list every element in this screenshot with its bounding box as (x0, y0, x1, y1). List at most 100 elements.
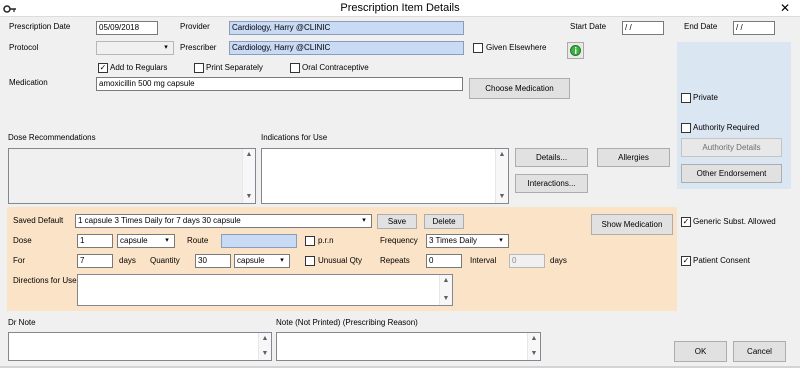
unusual-qty-label: Unusual Qty (318, 256, 363, 265)
scroll-down-icon: ▼ (261, 350, 269, 357)
dose-recommendations-label: Dose Recommendations (8, 133, 96, 142)
generic-subst-checkbox[interactable]: ✓ (681, 217, 691, 227)
saved-default-value: 1 capsule 3 Times Daily for 7 days 30 ca… (78, 216, 241, 225)
route-label: Route (187, 236, 209, 245)
for-label: For (13, 256, 25, 265)
directions-label: Directions for Use (13, 276, 77, 285)
details-button[interactable]: Details... (515, 148, 588, 167)
protocol-dropdown[interactable]: ▾ (96, 41, 174, 55)
interactions-button[interactable]: Interactions... (515, 174, 588, 193)
unusual-qty-checkbox[interactable] (305, 256, 315, 266)
scrollbar[interactable]: ▲ ▼ (439, 275, 452, 305)
scroll-down-icon: ▼ (442, 295, 450, 302)
print-separately-label: Print Separately (206, 63, 263, 72)
start-date-input[interactable]: / / (622, 21, 664, 35)
add-to-regulars-checkbox[interactable]: ✓ (98, 63, 108, 73)
dose-label: Dose (13, 236, 32, 245)
provider-field[interactable]: Cardiology, Harry @CLINIC (229, 21, 464, 35)
oral-contraceptive-checkbox[interactable] (290, 63, 300, 73)
scroll-up-icon: ▲ (498, 151, 506, 158)
prescription-date-input[interactable]: 05/09/2018 (96, 21, 158, 35)
provider-label: Provider (180, 22, 210, 31)
route-field[interactable] (221, 234, 297, 248)
private-label: Private (693, 93, 718, 102)
add-to-regulars-label: Add to Regulars (110, 63, 168, 72)
prn-checkbox[interactable] (305, 236, 315, 246)
scrollbar[interactable]: ▲ ▼ (495, 149, 508, 203)
end-date-label: End Date (684, 22, 718, 31)
quantity-label: Quantity (150, 256, 180, 265)
scrollbar[interactable]: ▲ ▼ (242, 149, 255, 203)
for-days-input[interactable]: 7 (77, 254, 113, 268)
medication-input[interactable]: amoxicillin 500 mg capsule (96, 77, 463, 91)
interval-days-label: days (550, 256, 567, 265)
interval-input[interactable]: 0 (509, 254, 545, 268)
days-label: days (119, 256, 136, 265)
scroll-up-icon: ▲ (261, 335, 269, 342)
info-button[interactable] (567, 42, 584, 59)
chevron-down-icon: ▾ (362, 217, 366, 224)
note-not-printed-label: Note (Not Printed) (Prescribing Reason) (276, 318, 418, 327)
patient-consent-checkbox[interactable]: ✓ (681, 256, 691, 266)
prn-label: p.r.n (318, 236, 334, 245)
private-checkbox[interactable] (681, 93, 691, 103)
saved-default-dropdown[interactable]: 1 capsule 3 Times Daily for 7 days 30 ca… (75, 214, 372, 228)
authority-required-checkbox[interactable] (681, 123, 691, 133)
dr-note-label: Dr Note (8, 318, 36, 327)
delete-button[interactable]: Delete (424, 214, 464, 229)
prescriber-label: Prescriber (180, 43, 217, 52)
prescription-date-label: Prescription Date (9, 22, 71, 31)
quantity-unit-value: capsule (237, 256, 265, 265)
allergies-button[interactable]: Allergies (597, 148, 670, 167)
chevron-down-icon: ▾ (165, 237, 169, 244)
other-endorsement-button[interactable]: Other Endorsement (681, 164, 782, 183)
quantity-input[interactable]: 30 (195, 254, 231, 268)
window-title: Prescription Item Details (340, 2, 460, 14)
authority-details-button[interactable]: Authority Details (681, 138, 782, 157)
indications-textarea[interactable]: ▲ ▼ (261, 148, 509, 204)
start-date-label: Start Date (570, 22, 607, 31)
generic-subst-label: Generic Subst. Allowed (693, 217, 776, 226)
dr-note-textarea[interactable]: ▲ ▼ (8, 332, 272, 361)
repeats-input[interactable]: 0 (426, 254, 462, 268)
note-not-printed-textarea[interactable]: ▲ ▼ (276, 332, 541, 361)
given-elsewhere-label: Given Elsewhere (486, 43, 547, 52)
frequency-label: Frequency (380, 236, 418, 245)
print-separately-checkbox[interactable] (194, 63, 204, 73)
patient-consent-label: Patient Consent (693, 256, 750, 265)
quantity-unit-dropdown[interactable]: capsule ▾ (234, 254, 290, 268)
scroll-up-icon: ▲ (245, 151, 253, 158)
dose-unit-dropdown[interactable]: capsule ▾ (117, 234, 175, 248)
save-button[interactable]: Save (377, 214, 417, 229)
protocol-label: Protocol (9, 43, 39, 52)
end-date-input[interactable]: / / (733, 21, 775, 35)
close-icon[interactable]: ✕ (776, 1, 794, 16)
interval-label: Interval (470, 256, 497, 265)
ok-button[interactable]: OK (674, 341, 727, 362)
scroll-up-icon: ▲ (442, 277, 450, 284)
saved-default-label: Saved Default (13, 216, 64, 225)
directions-textarea[interactable]: ▲ ▼ (77, 274, 453, 306)
dose-input[interactable]: 1 (77, 234, 113, 248)
green-info-icon (570, 45, 581, 56)
dose-recommendations-box: ▲ ▼ (8, 148, 256, 204)
indications-label: Indications for Use (261, 133, 328, 142)
frequency-value: 3 Times Daily (429, 236, 478, 245)
frequency-dropdown[interactable]: 3 Times Daily ▾ (426, 234, 509, 248)
authority-required-label: Authority Required (693, 123, 760, 132)
show-medication-button[interactable]: Show Medication (591, 214, 673, 235)
chevron-down-icon: ▾ (164, 44, 168, 51)
choose-medication-button[interactable]: Choose Medication (469, 78, 570, 99)
scrollbar[interactable]: ▲ ▼ (527, 333, 540, 360)
scroll-up-icon: ▲ (530, 335, 538, 342)
scroll-down-icon: ▼ (245, 193, 253, 200)
chevron-down-icon: ▾ (280, 257, 284, 264)
medication-label: Medication (9, 78, 48, 87)
cancel-button[interactable]: Cancel (733, 341, 786, 362)
given-elsewhere-checkbox[interactable] (473, 43, 483, 53)
prescriber-field[interactable]: Cardiology, Harry @CLINIC (229, 41, 464, 55)
oral-contraceptive-label: Oral Contraceptive (302, 63, 369, 72)
scrollbar[interactable]: ▲ ▼ (258, 333, 271, 360)
chevron-down-icon: ▾ (499, 237, 503, 244)
repeats-label: Repeats (380, 256, 410, 265)
